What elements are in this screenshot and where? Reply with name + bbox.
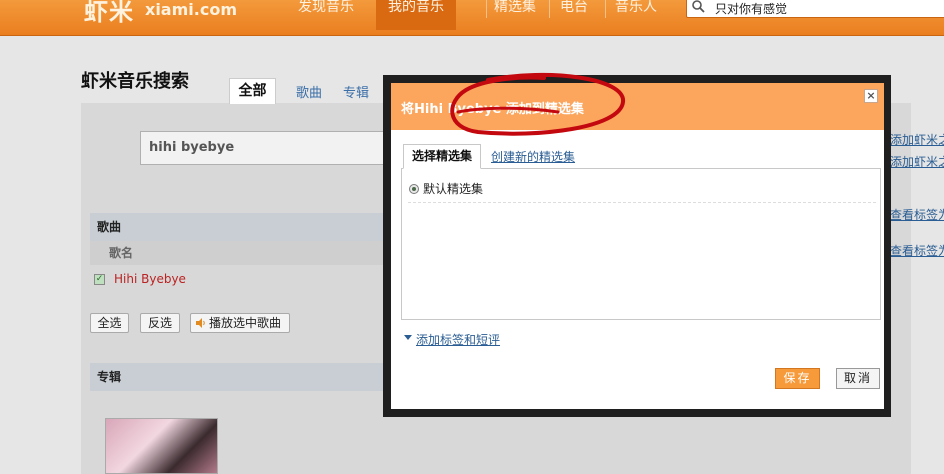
nav-divider [486, 0, 487, 18]
add-tags-link[interactable]: 添加标签和短评 [416, 331, 500, 348]
collection-list: 默认精选集 [401, 168, 881, 320]
nav-my-music[interactable]: 我的音乐 [376, 0, 456, 30]
tab-albums[interactable]: 专辑 [343, 82, 369, 101]
dialog-header: 将Hihi Byebye 添加到精选集 × [391, 83, 884, 130]
tab-all[interactable]: 全部 [229, 78, 276, 104]
songs-section-header: 歌曲 [90, 213, 390, 241]
top-nav-bar: 虾米 xiami.com 发现音乐 我的音乐 精选集 电台 音乐人 只对你有感觉 [0, 0, 944, 36]
tab-songs[interactable]: 歌曲 [296, 82, 322, 101]
search-input[interactable]: hihi byebye [140, 131, 400, 165]
right-link-add[interactable]: 添加虾米之 [890, 131, 944, 148]
site-logo[interactable]: 虾米 [84, 0, 134, 27]
dialog-title: 将Hihi Byebye 添加到精选集 [401, 102, 584, 117]
radio-default-collection[interactable] [409, 184, 419, 194]
tab-select-collection[interactable]: 选择精选集 [403, 144, 481, 169]
speaker-icon [196, 318, 205, 328]
song-name-column-header: 歌名 [90, 241, 390, 265]
albums-section-header: 专辑 [90, 363, 390, 391]
add-to-collection-dialog: 将Hihi Byebye 添加到精选集 × 选择精选集 创建新的精选集 默认精选… [391, 83, 884, 409]
save-button[interactable]: 保存 [775, 368, 820, 389]
select-all-button[interactable]: 全选 [90, 313, 129, 333]
invert-selection-button[interactable]: 反选 [140, 313, 180, 333]
nav-artists[interactable]: 音乐人 [615, 0, 657, 30]
play-selected-label: 播放选中歌曲 [209, 316, 282, 330]
site-logo-domain: xiami.com [145, 0, 237, 19]
collection-option-label[interactable]: 默认精选集 [423, 180, 483, 197]
page-title: 虾米音乐搜索 [81, 71, 189, 92]
search-icon[interactable] [691, 0, 705, 13]
expand-arrow-icon[interactable] [404, 335, 412, 340]
cancel-button[interactable]: 取消 [836, 368, 880, 389]
right-link-tag[interactable]: 查看标签为 [890, 242, 944, 259]
nav-discover[interactable]: 发现音乐 [298, 0, 354, 30]
site-search-query: 只对你有感觉 [715, 2, 788, 16]
nav-collections[interactable]: 精选集 [494, 0, 536, 30]
divider [408, 202, 876, 203]
song-title-link[interactable]: Hihi Byebye [114, 272, 186, 286]
right-link-tag[interactable]: 查看标签为 [890, 206, 944, 223]
close-icon[interactable]: × [864, 89, 878, 103]
nav-divider [605, 0, 606, 18]
table-row[interactable]: ✓ Hihi Byebye [90, 266, 390, 293]
play-selected-button[interactable]: 播放选中歌曲 [190, 313, 290, 333]
nav-divider [549, 0, 550, 18]
song-checkbox[interactable]: ✓ [94, 274, 105, 285]
site-search-input[interactable]: 只对你有感觉 [686, 0, 944, 18]
album-cover[interactable] [105, 418, 218, 474]
nav-radio[interactable]: 电台 [560, 0, 588, 30]
tab-create-collection[interactable]: 创建新的精选集 [491, 148, 575, 165]
right-link-add[interactable]: 添加虾米之 [890, 153, 944, 170]
